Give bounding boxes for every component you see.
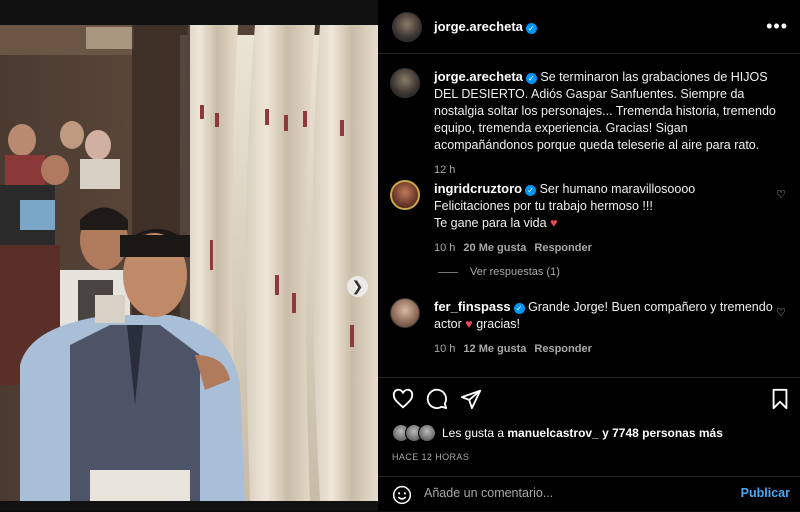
comment-meta: 10 h 12 Me gusta Responder xyxy=(434,341,779,358)
action-bar xyxy=(378,377,800,426)
comment-text: gracias! xyxy=(476,317,520,331)
comment-likes[interactable]: 12 Me gusta xyxy=(463,343,526,355)
comment-input[interactable] xyxy=(424,486,724,500)
replies-divider xyxy=(438,271,458,273)
commenter-avatar[interactable] xyxy=(390,298,420,328)
post-side-panel: jorge.arecheta ✓ ••• jorge.arecheta ✓ Se t… xyxy=(378,0,800,511)
reply-button[interactable]: Responder xyxy=(534,242,591,254)
author-name-wrap: jorge.arecheta ✓ xyxy=(434,18,537,36)
author-username[interactable]: jorge.arecheta xyxy=(434,19,523,34)
caption-username[interactable]: jorge.arecheta xyxy=(434,69,523,84)
likes-summary[interactable]: Les gusta a manuelcastrov_ y 7748 person… xyxy=(392,424,723,442)
next-slide-button[interactable]: ❯ xyxy=(347,276,368,297)
liker-avatar xyxy=(418,424,436,442)
share-icon[interactable] xyxy=(460,388,482,415)
comments-list[interactable]: jorge.arecheta ✓ Se terminaron las grabac… xyxy=(378,54,800,376)
comment-icon[interactable] xyxy=(426,388,448,415)
comment-body: fer_finspass ✓ Grande Jorge! Buen compañe… xyxy=(434,298,779,358)
backdrop[interactable]: ❯ jorge.arecheta✓ ••• jorge.arecheta✓ xyxy=(0,0,800,511)
caption-body: jorge.arecheta ✓ Se terminaron las grabac… xyxy=(434,68,779,179)
chevron-right-icon: ❯ xyxy=(351,278,364,294)
bookmark-icon[interactable] xyxy=(770,388,790,415)
view-replies-button[interactable]: Ver respuestas (1) xyxy=(438,266,560,278)
more-icon[interactable]: ••• xyxy=(766,16,788,37)
likers-avatars xyxy=(392,424,438,442)
comment-meta: 10 h 20 Me gusta Responder xyxy=(434,240,779,257)
comment-body: ingridcruztoro ✓ Ser humano maravillosooo… xyxy=(434,180,779,257)
verified-badge-icon: ✓ xyxy=(525,73,537,84)
caption-meta: 12 h xyxy=(434,162,779,179)
verified-badge-icon: ✓ xyxy=(525,185,537,196)
commenter-username[interactable]: ingridcruztoro xyxy=(434,181,522,196)
comment-like-heart-icon[interactable]: ♡ xyxy=(776,188,786,201)
publish-button[interactable]: Publicar xyxy=(741,486,790,500)
view-replies-label: Ver respuestas (1) xyxy=(470,266,560,278)
commenter-avatar[interactable] xyxy=(390,180,420,210)
likes-user[interactable]: manuelcastrov_ xyxy=(507,426,598,440)
comment-text: Ser humano maravillosoooo xyxy=(539,182,696,196)
post-time: HACE 12 HORAS xyxy=(392,452,470,462)
heart-icon[interactable] xyxy=(392,388,414,415)
red-heart-icon: ♥ xyxy=(550,216,558,230)
train-scene-image xyxy=(0,25,378,501)
verified-badge-icon: ✓ xyxy=(513,303,525,314)
emoji-icon[interactable] xyxy=(392,485,412,510)
author-avatar[interactable] xyxy=(392,11,422,42)
caption-time: 12 h xyxy=(434,164,456,176)
comment-likes[interactable]: 20 Me gusta xyxy=(463,242,526,254)
caption-avatar[interactable] xyxy=(390,68,420,98)
post-header: jorge.arecheta ✓ ••• xyxy=(378,0,800,54)
comment-text: Te gane para la vida xyxy=(434,216,547,230)
comment-text: Felicitaciones por tu trabajo hermoso !!… xyxy=(434,199,653,213)
likes-suffix[interactable]: y 7748 personas más xyxy=(602,426,723,440)
comment-time: 10 h xyxy=(434,343,456,355)
comment-time: 10 h xyxy=(434,242,456,254)
commenter-username[interactable]: fer_finspass xyxy=(434,299,511,314)
likes-prefix: Les gusta a xyxy=(442,426,505,440)
comment-like-heart-icon[interactable]: ♡ xyxy=(776,306,786,319)
red-heart-icon: ♥ xyxy=(465,317,473,331)
post-photo[interactable]: ❯ xyxy=(0,25,378,501)
verified-badge-icon: ✓ xyxy=(525,22,537,34)
comment-bar: Publicar xyxy=(378,476,800,512)
reply-button[interactable]: Responder xyxy=(534,343,591,355)
